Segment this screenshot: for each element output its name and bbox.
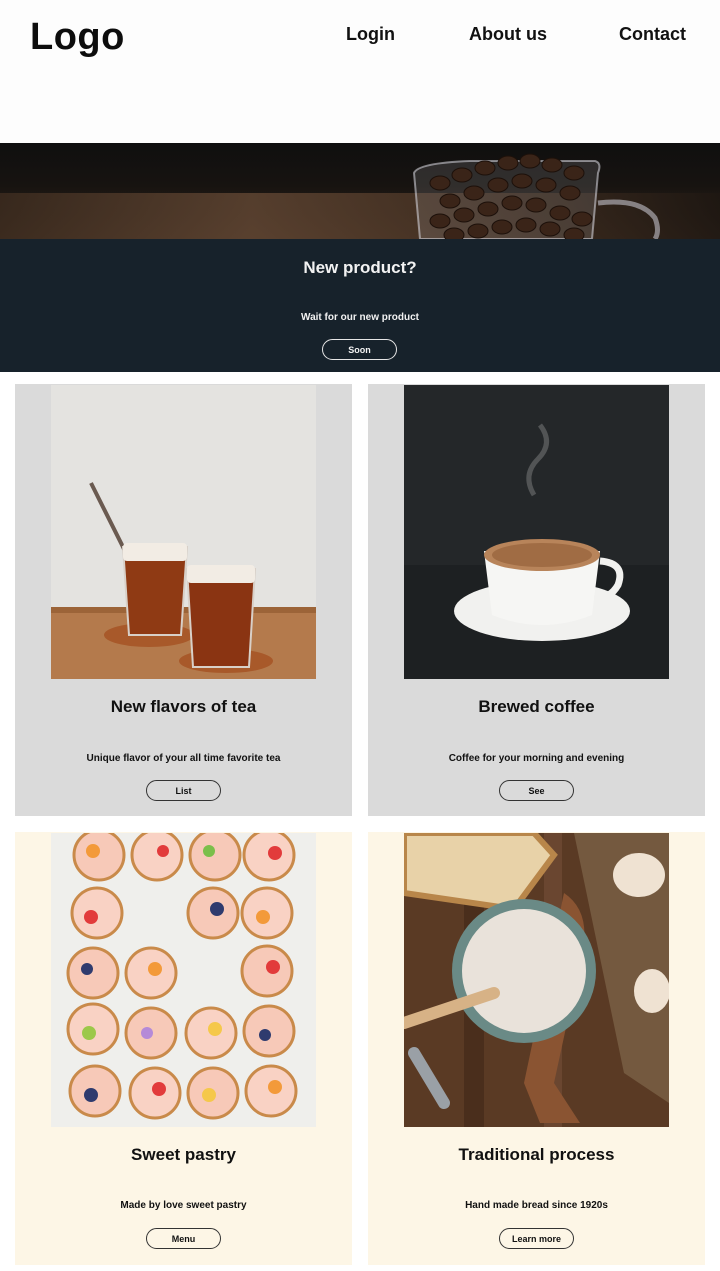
menu-button[interactable]: Menu	[146, 1228, 221, 1249]
nav-about-link[interactable]: About us	[469, 24, 547, 45]
nav-login-link[interactable]: Login	[346, 24, 395, 45]
card-pastry: Sweet pastry Made by love sweet pastry M…	[15, 832, 352, 1265]
list-button[interactable]: List	[146, 780, 221, 801]
card-title: Brewed coffee	[478, 697, 595, 716]
hero-coffee-beans-image	[0, 143, 720, 239]
coffee-beans-glass-illustration	[412, 153, 660, 239]
coffee-cup-image	[404, 385, 669, 679]
card-description: Hand made bread since 1920s	[465, 1200, 608, 1211]
card-title: Traditional process	[458, 1145, 615, 1164]
site-header: Logo Login About us Contact	[0, 0, 720, 143]
learn-more-button[interactable]: Learn more	[499, 1228, 574, 1249]
soon-button[interactable]: Soon	[322, 339, 397, 360]
hero-subtitle: Wait for our new product	[301, 312, 419, 323]
iced-tea-image	[51, 385, 316, 679]
see-button[interactable]: See	[499, 780, 574, 801]
card-title: New flavors of tea	[110, 697, 257, 716]
hero-banner: New product? Wait for our new product So…	[0, 239, 720, 372]
nav-contact-link[interactable]: Contact	[619, 24, 686, 45]
card-description: Coffee for your morning and evening	[448, 753, 625, 764]
card-description: Unique flavor of your all time favorite …	[86, 753, 281, 764]
fruit-tarts-image	[51, 833, 316, 1127]
flour-bowl-image	[404, 833, 669, 1127]
card-title: Sweet pastry	[131, 1145, 236, 1164]
card-description: Made by love sweet pastry	[120, 1200, 247, 1211]
logo[interactable]: Logo	[30, 16, 125, 59]
card-coffee: Brewed coffee Coffee for your morning an…	[368, 384, 705, 816]
card-bread: Traditional process Hand made bread sinc…	[368, 832, 705, 1265]
hero-title: New product?	[303, 258, 417, 277]
card-tea: New flavors of tea Unique flavor of your…	[15, 384, 352, 816]
